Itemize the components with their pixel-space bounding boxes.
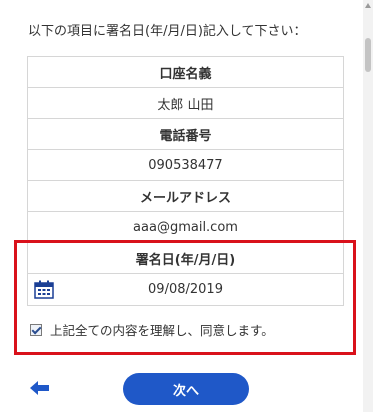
field-value-phone: 090538477 <box>28 150 343 181</box>
instruction-text: 以下の項目に署名日(年/月/日)記入して下さい： <box>28 24 307 39</box>
field-label-phone: 電話番号 <box>28 119 343 150</box>
scroll-up-icon[interactable] <box>365 3 371 8</box>
field-value-account-name: 太郎 山田 <box>28 88 343 119</box>
field-label-account-name: 口座名義 <box>28 57 343 88</box>
arrow-left-icon[interactable] <box>30 380 50 396</box>
next-button[interactable]: 次へ <box>123 373 249 405</box>
highlight-box <box>14 240 356 355</box>
field-value-email: aaa@gmail.com <box>28 212 343 243</box>
scrollbar-thumb[interactable] <box>365 38 371 72</box>
field-label-email: メールアドレス <box>28 181 343 212</box>
